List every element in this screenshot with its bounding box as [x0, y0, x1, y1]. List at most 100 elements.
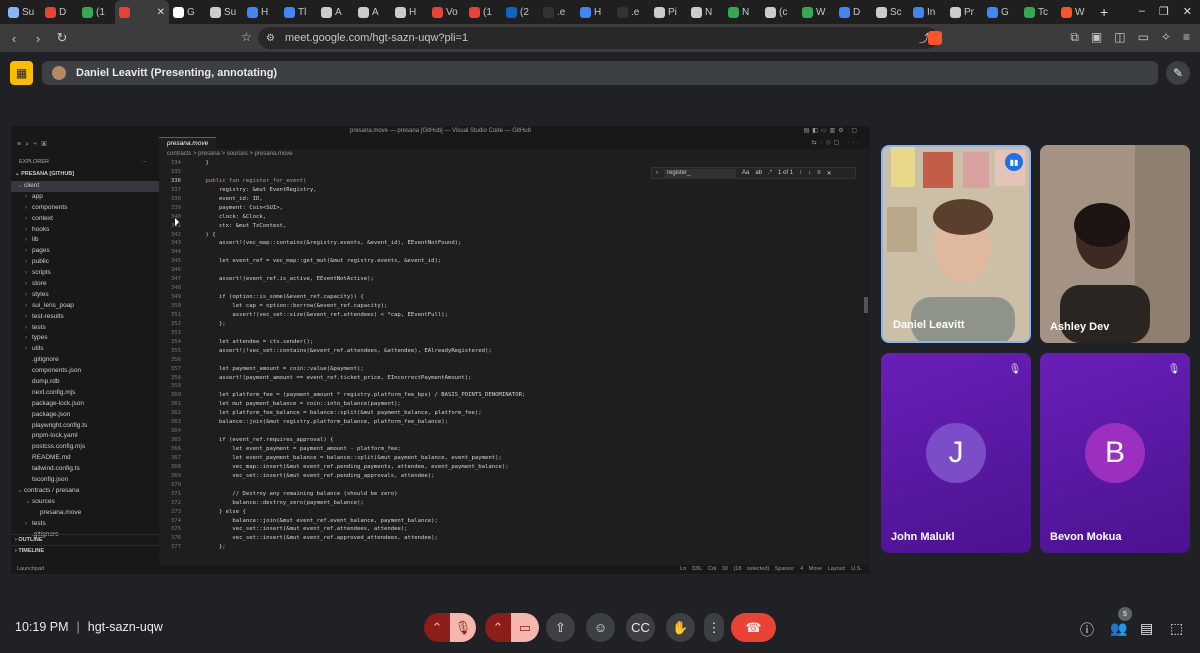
participant-tile-bevon[interactable]: 🎙 B Bevon Mokua — [1040, 353, 1190, 553]
reload-icon[interactable]: ↻ — [52, 30, 72, 46]
activities-icon[interactable]: ⬚ — [1170, 620, 1183, 637]
browser-tab[interactable]: H — [576, 0, 613, 24]
file-tree-item[interactable]: › tests — [11, 519, 159, 530]
file-tree-item[interactable]: › store — [11, 279, 159, 290]
restore-icon[interactable]: ❐ — [1159, 5, 1169, 18]
editor-actions-icons[interactable]: ⇆◌◇▢ ··· — [811, 139, 862, 146]
next-match-icon[interactable]: ↓ — [808, 170, 811, 176]
browser-tab[interactable]: W — [798, 0, 835, 24]
browser-tab[interactable]: ✕ — [115, 0, 169, 24]
file-tree-item[interactable]: › app — [11, 192, 159, 203]
browser-tab[interactable]: Tc — [1020, 0, 1057, 24]
browser-tab[interactable]: Pr — [946, 0, 983, 24]
tab-close-icon[interactable]: ✕ — [157, 7, 165, 18]
captions-icon[interactable]: CC — [626, 613, 655, 642]
annotate-pen-icon[interactable]: ✎ — [1166, 61, 1190, 85]
file-tree-item[interactable]: › sui_lens_poap — [11, 301, 159, 312]
participant-tile-daniel[interactable]: ▮▮ Daniel Leavitt — [881, 145, 1031, 343]
participant-tile-ashley[interactable]: Ashley Dev — [1040, 145, 1190, 343]
audio-options-chevron-icon[interactable]: ⌃ — [424, 613, 450, 642]
whole-word-icon[interactable]: ab — [755, 170, 762, 176]
file-tree-item[interactable]: › pages — [11, 246, 159, 257]
outline-section[interactable]: › OUTLINE — [11, 534, 159, 544]
browser-tab[interactable]: Pi — [650, 0, 687, 24]
chat-icon[interactable]: ▤ — [1140, 620, 1153, 637]
file-tree-item[interactable]: tailwind.config.ts — [11, 464, 159, 475]
browser-tab[interactable]: W — [1057, 0, 1094, 24]
browser-tab[interactable]: Su — [4, 0, 41, 24]
file-tree-item[interactable]: › test-results — [11, 312, 159, 323]
address-bar[interactable]: ⚙ meet.google.com/hgt-sazn-uqw?pli=1 ⤴ — [258, 27, 938, 49]
minimize-icon[interactable]: – — [1139, 5, 1145, 18]
emoji-icon[interactable]: ☺ — [586, 613, 615, 642]
forward-icon[interactable]: › — [28, 31, 48, 46]
file-tree-item[interactable]: › utils — [11, 344, 159, 355]
browser-tab[interactable]: A — [317, 0, 354, 24]
file-tree-item[interactable]: postcss.config.mjs — [11, 442, 159, 453]
file-tree-item[interactable]: dump.rdb — [11, 377, 159, 388]
browser-tab[interactable]: D — [41, 0, 78, 24]
file-tree-item[interactable]: › hooks — [11, 225, 159, 236]
file-tree-item[interactable]: pnpm-lock.yaml — [11, 431, 159, 442]
mic-off-icon[interactable]: 🎙 — [450, 613, 476, 642]
file-tree-item[interactable]: › lib — [11, 235, 159, 246]
file-tree-item[interactable]: › public — [11, 257, 159, 268]
new-tab-icon[interactable]: + — [1100, 4, 1108, 20]
file-tree-item[interactable]: components.json — [11, 366, 159, 377]
stop-presenting-icon[interactable]: ▦ — [10, 61, 33, 85]
file-tree-item[interactable]: package.json — [11, 410, 159, 421]
participant-tile-john[interactable]: 🎙 J John Malukl — [881, 353, 1031, 553]
file-tree-item[interactable]: › tests — [11, 323, 159, 334]
file-tree-item[interactable]: presana.move — [11, 508, 159, 519]
file-tree-item[interactable]: ⌄ client — [11, 181, 159, 192]
tab-presana-move[interactable]: presana.move — [159, 137, 217, 149]
repo-header[interactable]: ⌄ PRESANA [GITHUB] — [11, 167, 159, 181]
file-tree-item[interactable]: ⌄ contracts / presana — [11, 486, 159, 497]
regex-icon[interactable]: .* — [768, 170, 772, 176]
present-screen-icon[interactable]: ⇧ — [546, 613, 575, 642]
file-tree-item[interactable]: package-lock.json — [11, 399, 159, 410]
browser-tab[interactable]: Tl — [280, 0, 317, 24]
code-view[interactable]: 334 } 335 336 public fun register_for_even… — [159, 159, 870, 552]
file-tree-item[interactable]: next.config.mjs — [11, 388, 159, 399]
bookmark-icon[interactable]: ☆ — [241, 30, 252, 44]
browser-tab[interactable]: Vo — [428, 0, 465, 24]
file-tree-item[interactable]: › context — [11, 214, 159, 225]
browser-tab[interactable]: (1 — [465, 0, 502, 24]
sidebar-icon[interactable]: ◫ — [1114, 30, 1125, 45]
site-info-icon[interactable]: ⚙ — [266, 33, 275, 44]
browser-tab[interactable]: (c — [761, 0, 798, 24]
brave-shield-icon[interactable] — [928, 31, 942, 45]
browser-tab[interactable]: N — [687, 0, 724, 24]
launchpad-label[interactable]: Launchpad — [17, 566, 44, 572]
match-case-icon[interactable]: Aa — [742, 170, 749, 176]
browser-tab[interactable]: G — [983, 0, 1020, 24]
file-tree-item[interactable]: playwright.config.ts — [11, 421, 159, 432]
browser-tab[interactable]: G — [169, 0, 206, 24]
browser-tab[interactable]: .e — [539, 0, 576, 24]
timeline-section[interactable]: › TIMELINE — [11, 545, 159, 555]
browser-tab[interactable]: D — [835, 0, 872, 24]
editor-scrollbar[interactable] — [864, 297, 868, 313]
back-icon[interactable]: ‹ — [4, 31, 24, 46]
find-in-selection-icon[interactable]: ≡ — [817, 170, 821, 176]
meeting-details-icon[interactable]: ⓘ — [1080, 620, 1094, 640]
browser-tab[interactable]: A — [354, 0, 391, 24]
browser-tab[interactable]: Sc — [872, 0, 909, 24]
more-options-icon[interactable]: ⋮ — [704, 613, 724, 642]
close-window-icon[interactable]: ✕ — [1183, 5, 1192, 18]
browser-tab[interactable]: H — [243, 0, 280, 24]
leave-call-icon[interactable]: ☎ — [731, 613, 776, 642]
menu-icon[interactable]: ≡ — [1183, 30, 1190, 45]
browser-tab[interactable]: (1 — [78, 0, 115, 24]
browser-tab[interactable]: In — [909, 0, 946, 24]
browser-tab[interactable]: Su — [206, 0, 243, 24]
people-icon[interactable]: 👥 — [1110, 620, 1127, 637]
raise-hand-icon[interactable]: ✋ — [666, 613, 695, 642]
file-tree-item[interactable]: › components — [11, 203, 159, 214]
video-options-chevron-icon[interactable]: ⌃ — [485, 613, 511, 642]
file-tree-item[interactable]: › styles — [11, 290, 159, 301]
browser-tab[interactable]: (2 — [502, 0, 539, 24]
browser-tab[interactable]: .e — [613, 0, 650, 24]
find-toggle-icon[interactable]: › — [656, 170, 658, 176]
